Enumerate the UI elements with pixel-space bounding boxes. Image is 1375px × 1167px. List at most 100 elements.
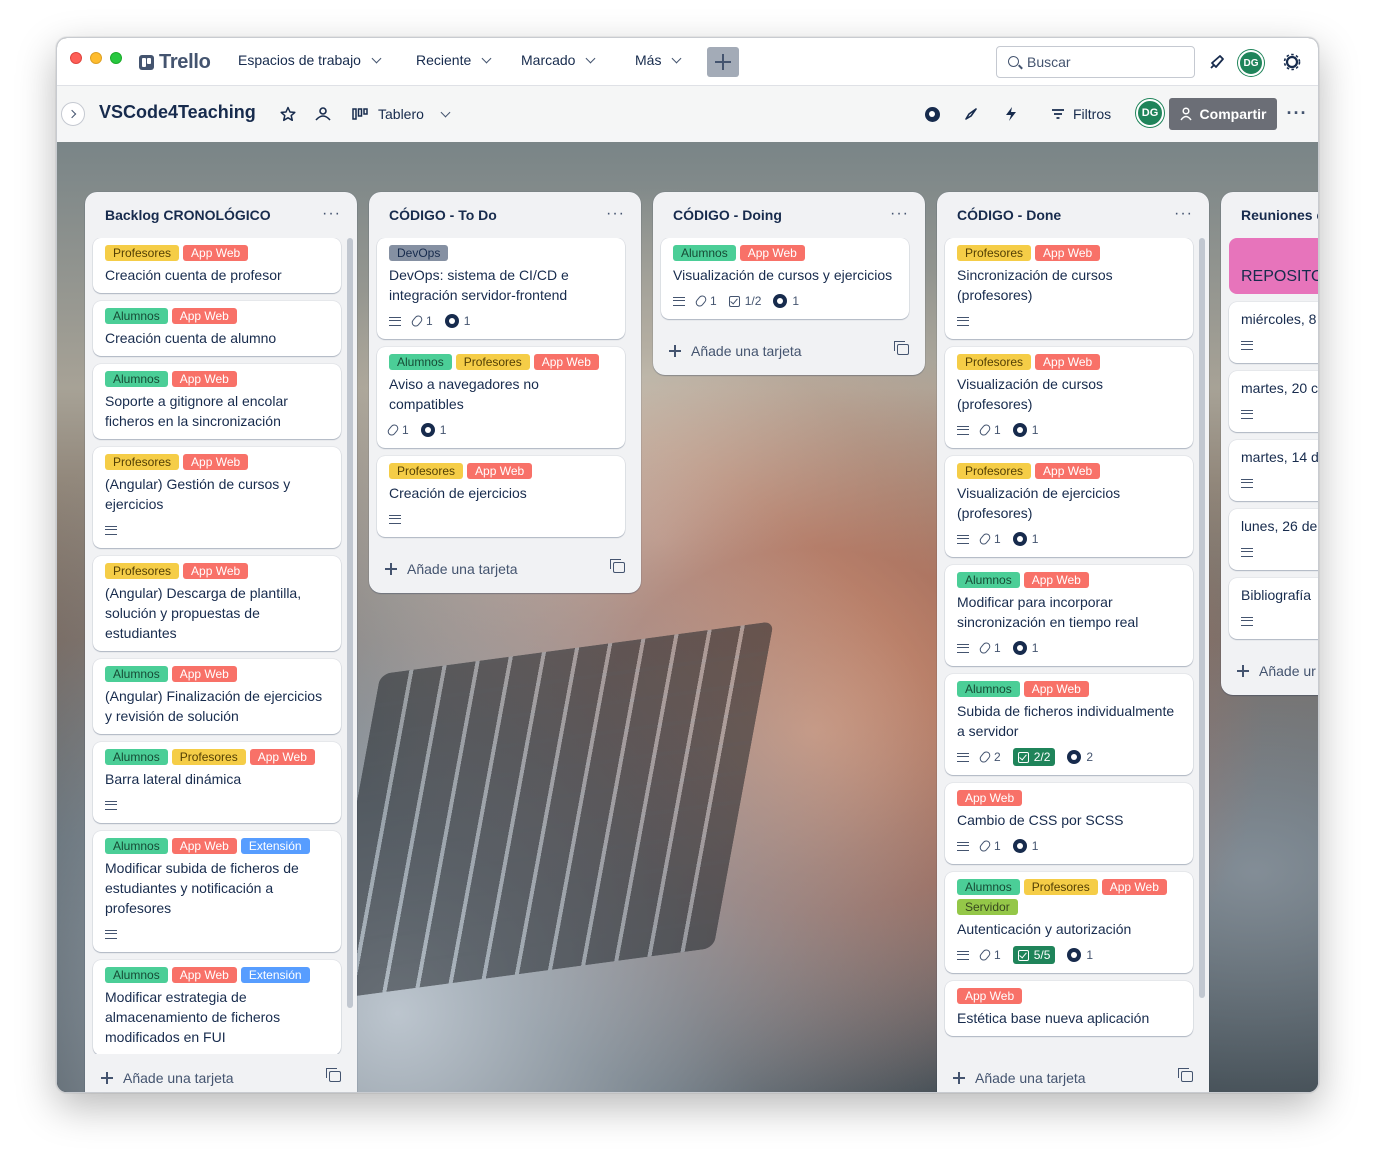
search-input[interactable]: Buscar: [996, 46, 1195, 78]
card-label[interactable]: Alumnos: [957, 879, 1020, 895]
card-label[interactable]: Alumnos: [957, 681, 1020, 697]
expand-sidebar-button[interactable]: [61, 102, 85, 126]
card-label[interactable]: Alumnos: [105, 967, 168, 983]
card-label[interactable]: Alumnos: [105, 308, 168, 324]
add-card-button[interactable]: Añade una tarjeta: [85, 1054, 357, 1092]
card-label[interactable]: Alumnos: [389, 354, 452, 370]
card-label[interactable]: Profesores: [957, 354, 1032, 370]
card[interactable]: Alumnos App Web Subida de ficheros indivi…: [945, 674, 1193, 775]
list-header[interactable]: Reuniones e: [1221, 192, 1318, 238]
card-label[interactable]: App Web: [739, 245, 805, 261]
powerups-button[interactable]: [962, 105, 980, 123]
card-label[interactable]: Profesores: [389, 463, 464, 479]
card-label[interactable]: Profesores: [957, 463, 1032, 479]
card[interactable]: Alumnos Profesores App Web Servidor Autenti…: [945, 872, 1193, 973]
starred-menu[interactable]: Marcado: [521, 52, 596, 68]
card-label[interactable]: App Web: [183, 454, 249, 470]
minimize-window-button[interactable]: [90, 52, 102, 64]
card[interactable]: App Web Estética base nueva aplicación: [945, 981, 1193, 1036]
card-label[interactable]: App Web: [1035, 354, 1101, 370]
add-card-button[interactable]: Añade ur: [1221, 647, 1318, 695]
list-header[interactable]: Backlog CRONOLÓGICO ···: [85, 192, 357, 238]
visibility-button[interactable]: [313, 105, 333, 123]
board-member-avatar[interactable]: DG: [1136, 99, 1164, 127]
board-view-switcher[interactable]: Tablero: [352, 106, 451, 122]
card-label[interactable]: App Web: [957, 790, 1023, 806]
card[interactable]: Profesores App Web Visualización de curso…: [945, 347, 1193, 448]
recent-menu[interactable]: Reciente: [416, 52, 492, 68]
card[interactable]: App Web Cambio de CSS por SCSS 1 1: [945, 783, 1193, 864]
share-button[interactable]: Compartir: [1169, 98, 1277, 130]
card-label[interactable]: Alumnos: [105, 666, 168, 682]
list-header[interactable]: CÓDIGO - To Do ···: [369, 192, 641, 238]
card-label[interactable]: Profesores: [105, 245, 180, 261]
user-avatar[interactable]: DG: [1238, 50, 1264, 76]
card[interactable]: Alumnos App Web Modificar para incorporar…: [945, 565, 1193, 666]
board-title[interactable]: VSCode4Teaching: [99, 102, 256, 123]
card-label[interactable]: Alumnos: [957, 572, 1020, 588]
card[interactable]: miércoles, 8: [1229, 302, 1318, 363]
more-menu[interactable]: Más: [635, 52, 682, 68]
card[interactable]: Alumnos App Web (Angular) Finalización de…: [93, 659, 341, 734]
card-label[interactable]: Alumnos: [105, 838, 168, 854]
notifications-button[interactable]: [1207, 52, 1227, 72]
card-label[interactable]: App Web: [171, 371, 237, 387]
list-menu-icon[interactable]: ···: [890, 206, 909, 222]
add-card-button[interactable]: Añade una tarjeta: [937, 1054, 1209, 1092]
card-label[interactable]: App Web: [171, 308, 237, 324]
star-board-button[interactable]: [279, 105, 297, 123]
card-label[interactable]: App Web: [171, 666, 237, 682]
card[interactable]: Profesores App Web (Angular) Descarga de …: [93, 556, 341, 651]
settings-button[interactable]: [1282, 52, 1302, 72]
trello-logo[interactable]: Trello: [139, 51, 211, 74]
card-label[interactable]: Profesores: [1023, 879, 1098, 895]
card-label[interactable]: App Web: [249, 749, 315, 765]
close-window-button[interactable]: [70, 52, 82, 64]
card[interactable]: Alumnos App Web Soporte a gitignore al en…: [93, 364, 341, 439]
card[interactable]: martes, 20 c: [1229, 371, 1318, 432]
card-label[interactable]: DevOps: [389, 245, 449, 261]
card[interactable]: Alumnos App Web Extensión Modificar subida…: [93, 831, 341, 952]
automation-button[interactable]: [1002, 105, 1020, 123]
card-label[interactable]: App Web: [1023, 572, 1089, 588]
card[interactable]: Alumnos App Web Extensión Modificar estrat…: [93, 960, 341, 1054]
card-label[interactable]: App Web: [1035, 463, 1101, 479]
workspaces-menu[interactable]: Espacios de trabajo: [238, 52, 382, 68]
card-template-icon[interactable]: [326, 1068, 341, 1082]
card-label[interactable]: App Web: [171, 967, 237, 983]
card-label[interactable]: Alumnos: [105, 371, 168, 387]
card-label[interactable]: App Web: [1101, 879, 1167, 895]
card-label[interactable]: Alumnos: [673, 245, 736, 261]
card-label[interactable]: App Web: [183, 563, 249, 579]
card[interactable]: Alumnos Profesores App Web Aviso a navegad…: [377, 347, 625, 448]
card-label[interactable]: Alumnos: [105, 749, 168, 765]
card-label[interactable]: App Web: [1023, 681, 1089, 697]
list-menu-icon[interactable]: ···: [606, 206, 625, 222]
card[interactable]: Alumnos App Web Creación cuenta de alumno: [93, 301, 341, 356]
card-label[interactable]: Extensión: [240, 967, 310, 983]
card-label[interactable]: Profesores: [455, 354, 530, 370]
card-label[interactable]: Profesores: [171, 749, 246, 765]
list-menu-icon[interactable]: ···: [1174, 206, 1193, 222]
card[interactable]: Alumnos Profesores App Web Barra lateral d…: [93, 742, 341, 823]
card-label[interactable]: Profesores: [105, 563, 180, 579]
card-label[interactable]: App Web: [533, 354, 599, 370]
card[interactable]: Profesores App Web (Angular) Gestión de c…: [93, 447, 341, 548]
list-header[interactable]: CÓDIGO - Done ···: [937, 192, 1209, 238]
add-card-button[interactable]: Añade una tarjeta: [369, 545, 641, 593]
list-menu-icon[interactable]: ···: [322, 206, 341, 222]
card-template-icon[interactable]: [610, 559, 625, 573]
github-powerup-button[interactable]: [923, 105, 941, 123]
list-scrollbar[interactable]: [347, 238, 353, 1008]
card-label[interactable]: App Web: [171, 838, 237, 854]
create-button[interactable]: [707, 47, 739, 77]
card[interactable]: Alumnos App Web Visualización de cursos y…: [661, 238, 909, 319]
card-label[interactable]: App Web: [1035, 245, 1101, 261]
card-label[interactable]: App Web: [467, 463, 533, 479]
list-scrollbar[interactable]: [1199, 238, 1205, 998]
card[interactable]: lunes, 26 de: [1229, 509, 1318, 570]
card-label[interactable]: Profesores: [957, 245, 1032, 261]
card[interactable]: Profesores App Web Visualización de ejerc…: [945, 456, 1193, 557]
card[interactable]: Profesores App Web Creación cuenta de pro…: [93, 238, 341, 293]
card-label[interactable]: Servidor: [957, 899, 1018, 915]
